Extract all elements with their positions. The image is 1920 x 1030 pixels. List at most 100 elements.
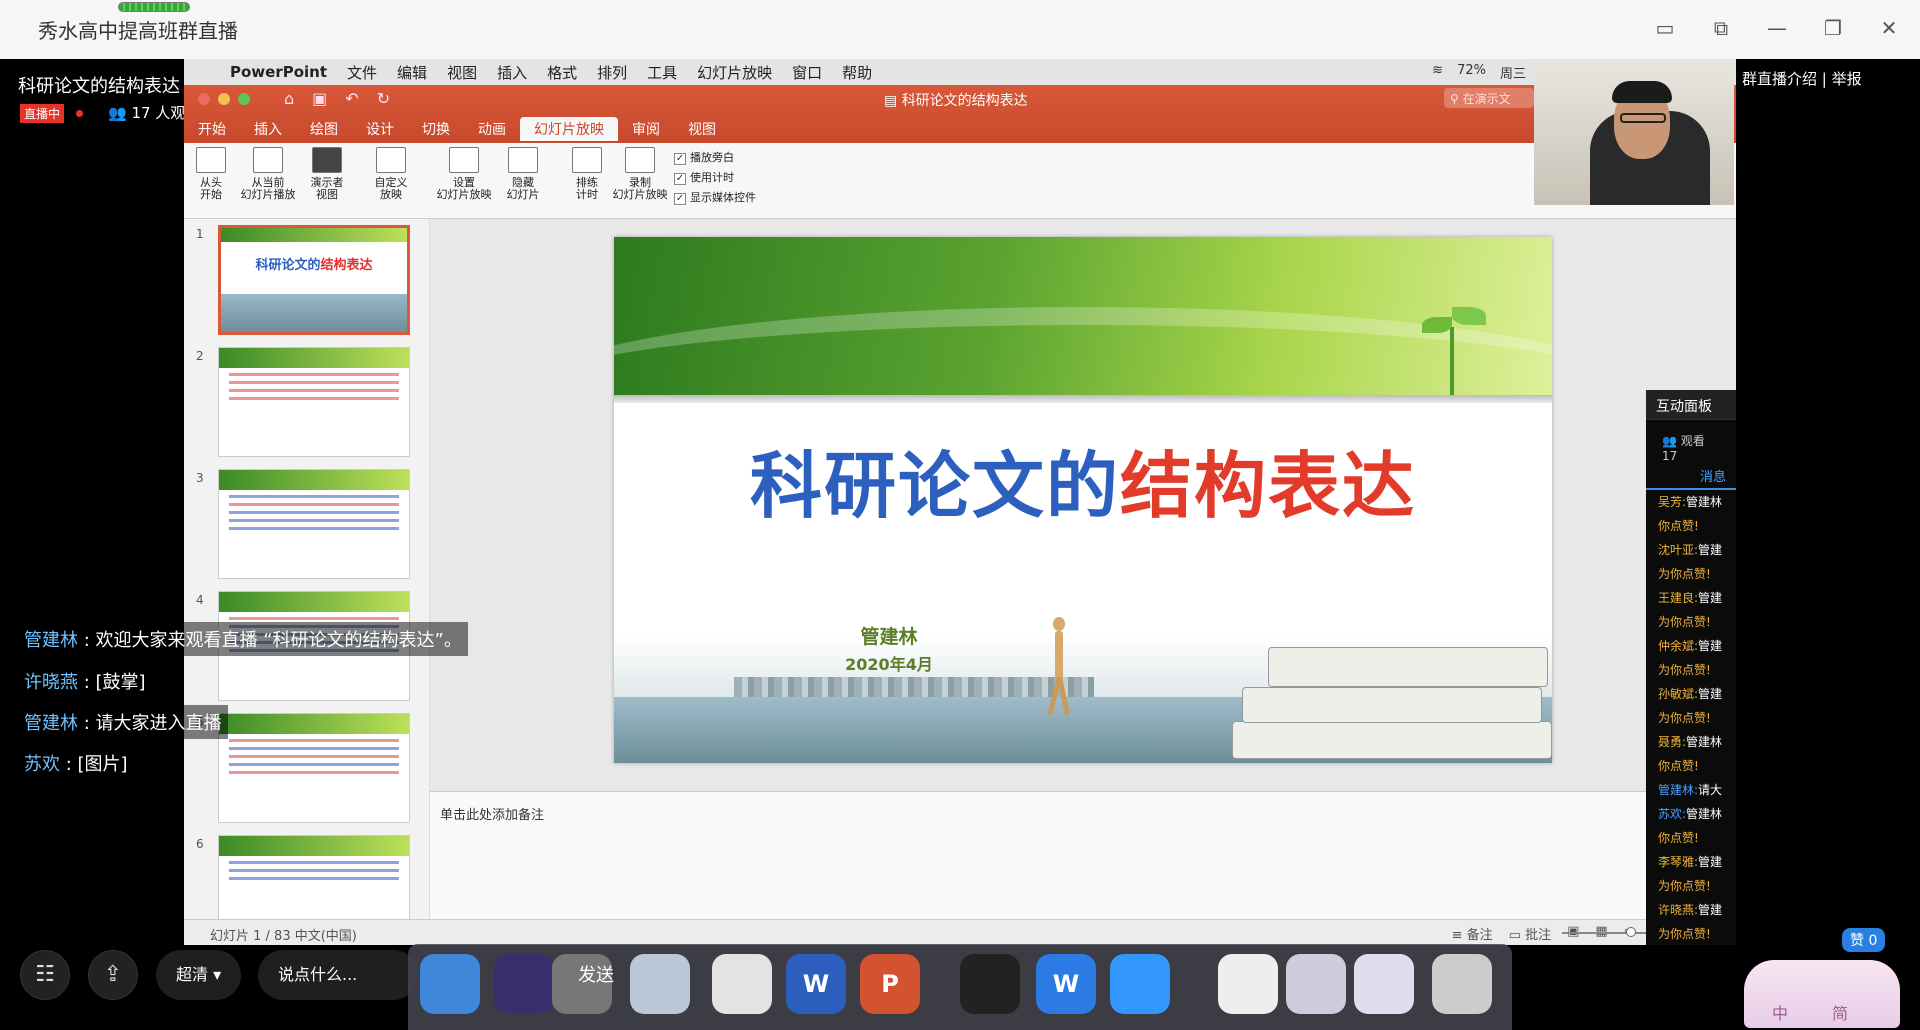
thumb-number: 4 (196, 593, 204, 607)
setup-icon (449, 147, 479, 173)
chrome-icon (712, 954, 772, 1014)
panel-message: 聂勇:管建林 (1658, 735, 1723, 749)
siri-icon (494, 954, 554, 1014)
books-image (1192, 637, 1552, 763)
notes-pane: 单击此处添加备注 (430, 791, 1736, 919)
slide-author: 管建林 2020年4月 (845, 626, 933, 674)
panel-message: 孙敏斌:管建 (1658, 687, 1723, 701)
slideshow-icon (196, 147, 226, 173)
redo-icon: ↻ (376, 89, 391, 108)
share-icon: ⇪ (103, 962, 123, 987)
panel-message: 你点赞! (1658, 759, 1699, 773)
top-links: 群直播介绍 | 举报 (1742, 70, 1862, 88)
menu-item: 文件 (347, 63, 378, 82)
panel-message-list: 吴芳:管建林 你点赞! 沈叶亚:管建 为你点赞! 王建良:管建 为你点赞! 仲余斌:管建 为你… (1646, 490, 1736, 980)
ppt-statusbar: 幻灯片 1 / 83 中文(中国) ≡ 备注 ▭ 批注 ▣ ▦ ▭ (184, 919, 1736, 945)
panel-message: 你点赞! (1658, 831, 1699, 845)
weekday-text: 周三 (1499, 67, 1526, 82)
minimize-icon[interactable]: — (1766, 16, 1788, 40)
undo-icon: ↶ (345, 89, 359, 108)
current-slide: 科研论文的结构表达 管建林 2020年4月 (614, 237, 1552, 763)
thumb-number: 2 (196, 349, 204, 363)
chat-message: 管建林 : 欢迎大家来观看直播 “科研论文的结构表达”。 (18, 622, 468, 656)
tab-review: 审阅 (632, 122, 660, 138)
custom-show-icon (376, 147, 406, 173)
slide-thumbnail (218, 347, 410, 457)
tab-insert: 插入 (254, 122, 282, 138)
popout-icon[interactable]: ⧉ (1710, 16, 1732, 40)
menu-item: 幻灯片放映 (697, 63, 773, 82)
chat-list-button[interactable]: ☷ (20, 950, 70, 1000)
mac-menubar: PowerPoint 文件 编辑 视图 插入 格式 排列 工具 幻灯片放映 窗口… (184, 59, 1736, 85)
check-icon: ✓ (674, 173, 686, 185)
slide-thumbnail (218, 469, 410, 579)
slide-title: 科研论文的结构表达 (749, 444, 1417, 528)
word-icon: W (786, 954, 846, 1014)
home-icon: ⌂ (284, 89, 295, 108)
panel-title: 互动面板 (1646, 390, 1736, 420)
tab-transitions: 切换 (422, 122, 450, 138)
ppt-search: ⚲ 在演示文 (1444, 88, 1534, 108)
drag-handle[interactable] (118, 2, 190, 12)
thumb-number: 1 (196, 227, 204, 241)
wifi-icon: ≋ (1432, 63, 1444, 78)
slide-thumbnail: 科研论文的结构表达 (218, 225, 410, 335)
menu-item: 工具 (647, 63, 678, 82)
record-button: 录制 幻灯片放映 (608, 147, 672, 201)
chat-message: 苏欢 : [图片] (18, 746, 134, 780)
dingtalk-icon (1110, 954, 1170, 1014)
menu-item: 排列 (597, 63, 628, 82)
presenter-webcam (1534, 61, 1734, 205)
report-link[interactable]: 举报 (1832, 70, 1862, 88)
window-titlebar: 秀水高中提高班群直播 ▭ ⧉ — ❐ ✕ (0, 0, 1920, 59)
send-button[interactable]: 发送 (566, 956, 626, 996)
chat-input[interactable]: 说点什么... (258, 950, 418, 1000)
slide-thumbnail (218, 713, 410, 823)
sprout-image (1422, 297, 1486, 397)
window-icon (1354, 954, 1414, 1014)
save-icon: ▣ (312, 89, 328, 108)
user-icon: 👥 (108, 104, 132, 122)
panel-message: 沈叶亚:管建 (1658, 543, 1723, 557)
notes-toggle: ≡ 备注 (1451, 928, 1493, 943)
quality-selector[interactable]: 超清 ▾ (156, 950, 242, 1000)
panel-viewers: 👥 观看 17 (1662, 434, 1705, 463)
user-icon: 👥 (1662, 434, 1681, 448)
hide-slide-icon (508, 147, 538, 173)
panel-message: 为你点赞! (1658, 711, 1711, 725)
live-badge: 直播中 (20, 104, 65, 123)
comment-icon: ▭ (1508, 928, 1526, 943)
group-live-intro-link[interactable]: 群直播介绍 (1742, 70, 1817, 88)
tab-messages[interactable]: 消息 (1646, 460, 1736, 490)
hide-slide-button: 隐藏 幻灯片 (496, 147, 550, 201)
share-button[interactable]: ⇪ (88, 950, 138, 1000)
check-icon: ✓ (674, 193, 686, 205)
panel-message: 为你点赞! (1658, 879, 1711, 893)
chat-list-icon: ☷ (35, 962, 55, 987)
timer-icon (572, 147, 602, 173)
live-dot (76, 110, 83, 117)
chat-message: 管建林 : 请大家进入直播 (18, 705, 228, 739)
menu-item: 窗口 (792, 63, 823, 82)
battery-text: 72% (1457, 63, 1486, 78)
mascot-widget[interactable]: 中 简 (1744, 960, 1900, 1028)
preview-icon (630, 954, 690, 1014)
menu-app-name: PowerPoint (230, 63, 328, 81)
record-icon (625, 147, 655, 173)
screen-icon[interactable]: ▭ (1654, 16, 1676, 40)
panel-message: 王建良:管建 (1658, 591, 1723, 605)
panel-message: 为你点赞! (1658, 663, 1711, 677)
close-icon[interactable]: ✕ (1878, 16, 1900, 40)
ppt-titlebar: ⌂ ▣ ↶ ↻ ▤ 科研论文的结构表达 ⚲ 在演示文 开始 插入 绘图 设计 切换 动… (184, 85, 1736, 143)
setup-show-button: 设置 幻灯片放映 (432, 147, 496, 201)
panel-message: 仲余斌:管建 (1658, 639, 1723, 653)
ribbon: 从头 开始 从当前 幻灯片播放 演示者 视图 自定义 放映 设置 幻灯片放映 隐藏 幻灯片 … (184, 143, 1736, 219)
thumb-title: 科研论文的结构表达 (255, 258, 373, 273)
menu-item: 视图 (447, 63, 478, 82)
live-stream-window: 秀水高中提高班群直播 ▭ ⧉ — ❐ ✕ 科研论文的结构表达 直播中 👥 17 … (0, 0, 1920, 1030)
like-counter[interactable]: 赞 0 (1842, 928, 1886, 952)
restore-icon[interactable]: ❐ (1822, 16, 1844, 40)
panel-message: 苏欢:管建林 (1658, 807, 1723, 821)
status-slide-count: 幻灯片 1 / 83 中文(中国) (210, 929, 357, 944)
presenter-view-button: 演示者 视图 (300, 147, 354, 201)
